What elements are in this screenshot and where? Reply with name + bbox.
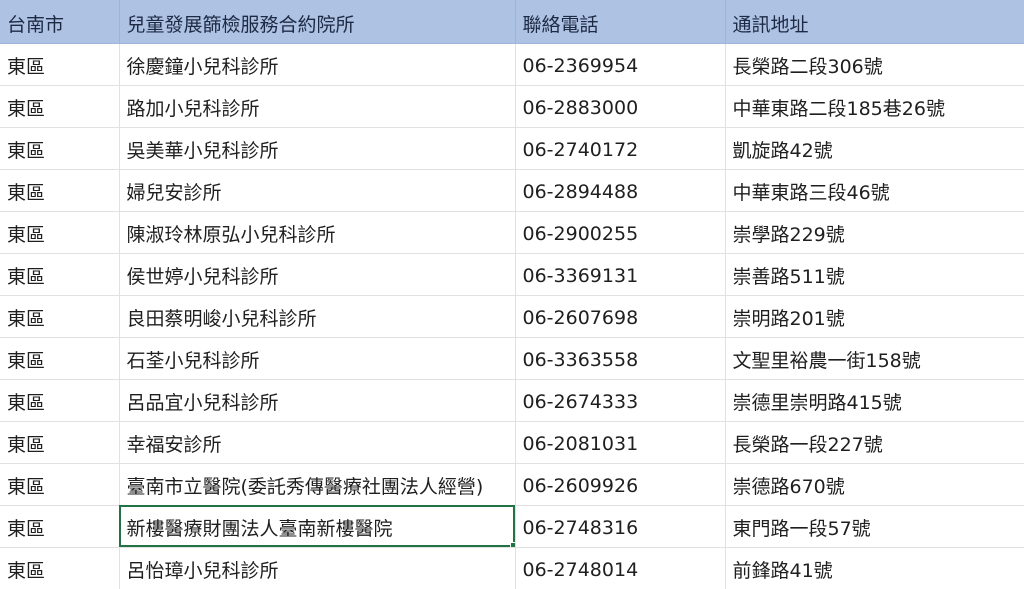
table-row: 東區 陳淑玲林原弘小兒科診所 06-2900255 崇學路229號 xyxy=(0,211,1024,254)
clinic-table: 台南市 兒童發展篩檢服務合約院所 聯絡電話 通訊地址 東區 徐慶鐘小兒科診所 06-… xyxy=(0,0,1024,589)
phone-cell[interactable]: 06-2081031 xyxy=(515,421,726,464)
district-cell[interactable]: 東區 xyxy=(0,43,120,86)
phone-cell[interactable]: 06-2369954 xyxy=(515,43,726,86)
phone-cell[interactable]: 06-2883000 xyxy=(515,85,726,128)
fill-handle[interactable] xyxy=(509,541,514,546)
table-row: 東區 路加小兒科診所 06-2883000 中華東路二段185巷26號 xyxy=(0,85,1024,128)
clinic-name-cell[interactable]: 婦兒安診所 xyxy=(119,169,516,212)
phone-cell[interactable]: 06-3369131 xyxy=(515,253,726,296)
address-cell[interactable]: 崇德路670號 xyxy=(725,463,1024,506)
district-cell[interactable]: 東區 xyxy=(0,169,120,212)
address-cell[interactable]: 東門路一段57號 xyxy=(725,505,1024,548)
phone-cell[interactable]: 06-2894488 xyxy=(515,169,726,212)
phone-cell[interactable]: 06-2607698 xyxy=(515,295,726,338)
phone-cell[interactable]: 06-2609926 xyxy=(515,463,726,506)
address-cell[interactable]: 中華東路二段185巷26號 xyxy=(725,85,1024,128)
district-cell[interactable]: 東區 xyxy=(0,253,120,296)
table-row: 東區 石荃小兒科診所 06-3363558 文聖里裕農一街158號 xyxy=(0,337,1024,380)
selected-cell[interactable]: 新樓醫療財團法人臺南新樓醫院 xyxy=(119,505,516,548)
district-cell[interactable]: 東區 xyxy=(0,127,120,170)
phone-cell[interactable]: 06-2900255 xyxy=(515,211,726,254)
phone-cell[interactable]: 06-2674333 xyxy=(515,379,726,422)
clinic-name-cell[interactable]: 路加小兒科診所 xyxy=(119,85,516,128)
table-row: 東區 良田蔡明峻小兒科診所 06-2607698 崇明路201號 xyxy=(0,295,1024,338)
address-cell[interactable]: 崇德里崇明路415號 xyxy=(725,379,1024,422)
clinic-name-cell[interactable]: 吳美華小兒科診所 xyxy=(119,127,516,170)
table-row: 東區 侯世婷小兒科診所 06-3369131 崇善路511號 xyxy=(0,253,1024,296)
address-cell[interactable]: 中華東路三段46號 xyxy=(725,169,1024,212)
clinic-name-cell[interactable]: 侯世婷小兒科診所 xyxy=(119,253,516,296)
address-cell[interactable]: 文聖里裕農一街158號 xyxy=(725,337,1024,380)
header-cell-address[interactable]: 通訊地址 xyxy=(725,0,1024,44)
district-cell[interactable]: 東區 xyxy=(0,379,120,422)
table-header: 台南市 兒童發展篩檢服務合約院所 聯絡電話 通訊地址 xyxy=(0,0,1024,44)
address-cell[interactable]: 前鋒路41號 xyxy=(725,547,1024,589)
phone-cell[interactable]: 06-2748316 xyxy=(515,505,726,548)
header-cell-phone[interactable]: 聯絡電話 xyxy=(515,0,726,44)
header-cell-city[interactable]: 台南市 xyxy=(0,0,120,44)
district-cell[interactable]: 東區 xyxy=(0,85,120,128)
address-cell[interactable]: 長榮路一段227號 xyxy=(725,421,1024,464)
spreadsheet-grid: 台南市 兒童發展篩檢服務合約院所 聯絡電話 通訊地址 東區 徐慶鐘小兒科診所 06-… xyxy=(0,0,1024,589)
district-cell[interactable]: 東區 xyxy=(0,295,120,338)
clinic-name-cell[interactable]: 陳淑玲林原弘小兒科診所 xyxy=(119,211,516,254)
clinic-name-cell[interactable]: 石荃小兒科診所 xyxy=(119,337,516,380)
table-row: 東區 臺南市立醫院(委託秀傳醫療社團法人經營) 06-2609926 崇德路670號 xyxy=(0,463,1024,506)
address-cell[interactable]: 凱旋路42號 xyxy=(725,127,1024,170)
district-cell[interactable]: 東區 xyxy=(0,211,120,254)
address-cell[interactable]: 崇明路201號 xyxy=(725,295,1024,338)
district-cell[interactable]: 東區 xyxy=(0,505,120,548)
clinic-name-cell[interactable]: 徐慶鐘小兒科診所 xyxy=(119,43,516,86)
phone-cell[interactable]: 06-2740172 xyxy=(515,127,726,170)
table-body: 東區 徐慶鐘小兒科診所 06-2369954 長榮路二段306號 東區 路加小兒科診所 06… xyxy=(0,43,1024,589)
clinic-name-cell[interactable]: 良田蔡明峻小兒科診所 xyxy=(119,295,516,338)
clinic-name-cell[interactable]: 呂怡璋小兒科診所 xyxy=(119,547,516,589)
address-cell[interactable]: 崇善路511號 xyxy=(725,253,1024,296)
phone-cell[interactable]: 06-3363558 xyxy=(515,337,726,380)
clinic-name-cell[interactable]: 幸福安診所 xyxy=(119,421,516,464)
table-row: 東區 呂怡璋小兒科診所 06-2748014 前鋒路41號 xyxy=(0,547,1024,589)
district-cell[interactable]: 東區 xyxy=(0,547,120,589)
header-row: 台南市 兒童發展篩檢服務合約院所 聯絡電話 通訊地址 xyxy=(0,0,1024,44)
table-row: 東區 呂品宜小兒科診所 06-2674333 崇德里崇明路415號 xyxy=(0,379,1024,422)
district-cell[interactable]: 東區 xyxy=(0,421,120,464)
table-row: 東區 幸福安診所 06-2081031 長榮路一段227號 xyxy=(0,421,1024,464)
address-cell[interactable]: 長榮路二段306號 xyxy=(725,43,1024,86)
table-row: 東區 新樓醫療財團法人臺南新樓醫院 06-2748316 東門路一段57號 xyxy=(0,505,1024,548)
address-cell[interactable]: 崇學路229號 xyxy=(725,211,1024,254)
clinic-name-cell[interactable]: 臺南市立醫院(委託秀傳醫療社團法人經營) xyxy=(119,463,516,506)
table-row: 東區 徐慶鐘小兒科診所 06-2369954 長榮路二段306號 xyxy=(0,43,1024,86)
clinic-name-cell[interactable]: 呂品宜小兒科診所 xyxy=(119,379,516,422)
header-cell-clinic[interactable]: 兒童發展篩檢服務合約院所 xyxy=(119,0,516,44)
district-cell[interactable]: 東區 xyxy=(0,463,120,506)
district-cell[interactable]: 東區 xyxy=(0,337,120,380)
table-row: 東區 婦兒安診所 06-2894488 中華東路三段46號 xyxy=(0,169,1024,212)
table-row: 東區 吳美華小兒科診所 06-2740172 凱旋路42號 xyxy=(0,127,1024,170)
phone-cell[interactable]: 06-2748014 xyxy=(515,547,726,589)
